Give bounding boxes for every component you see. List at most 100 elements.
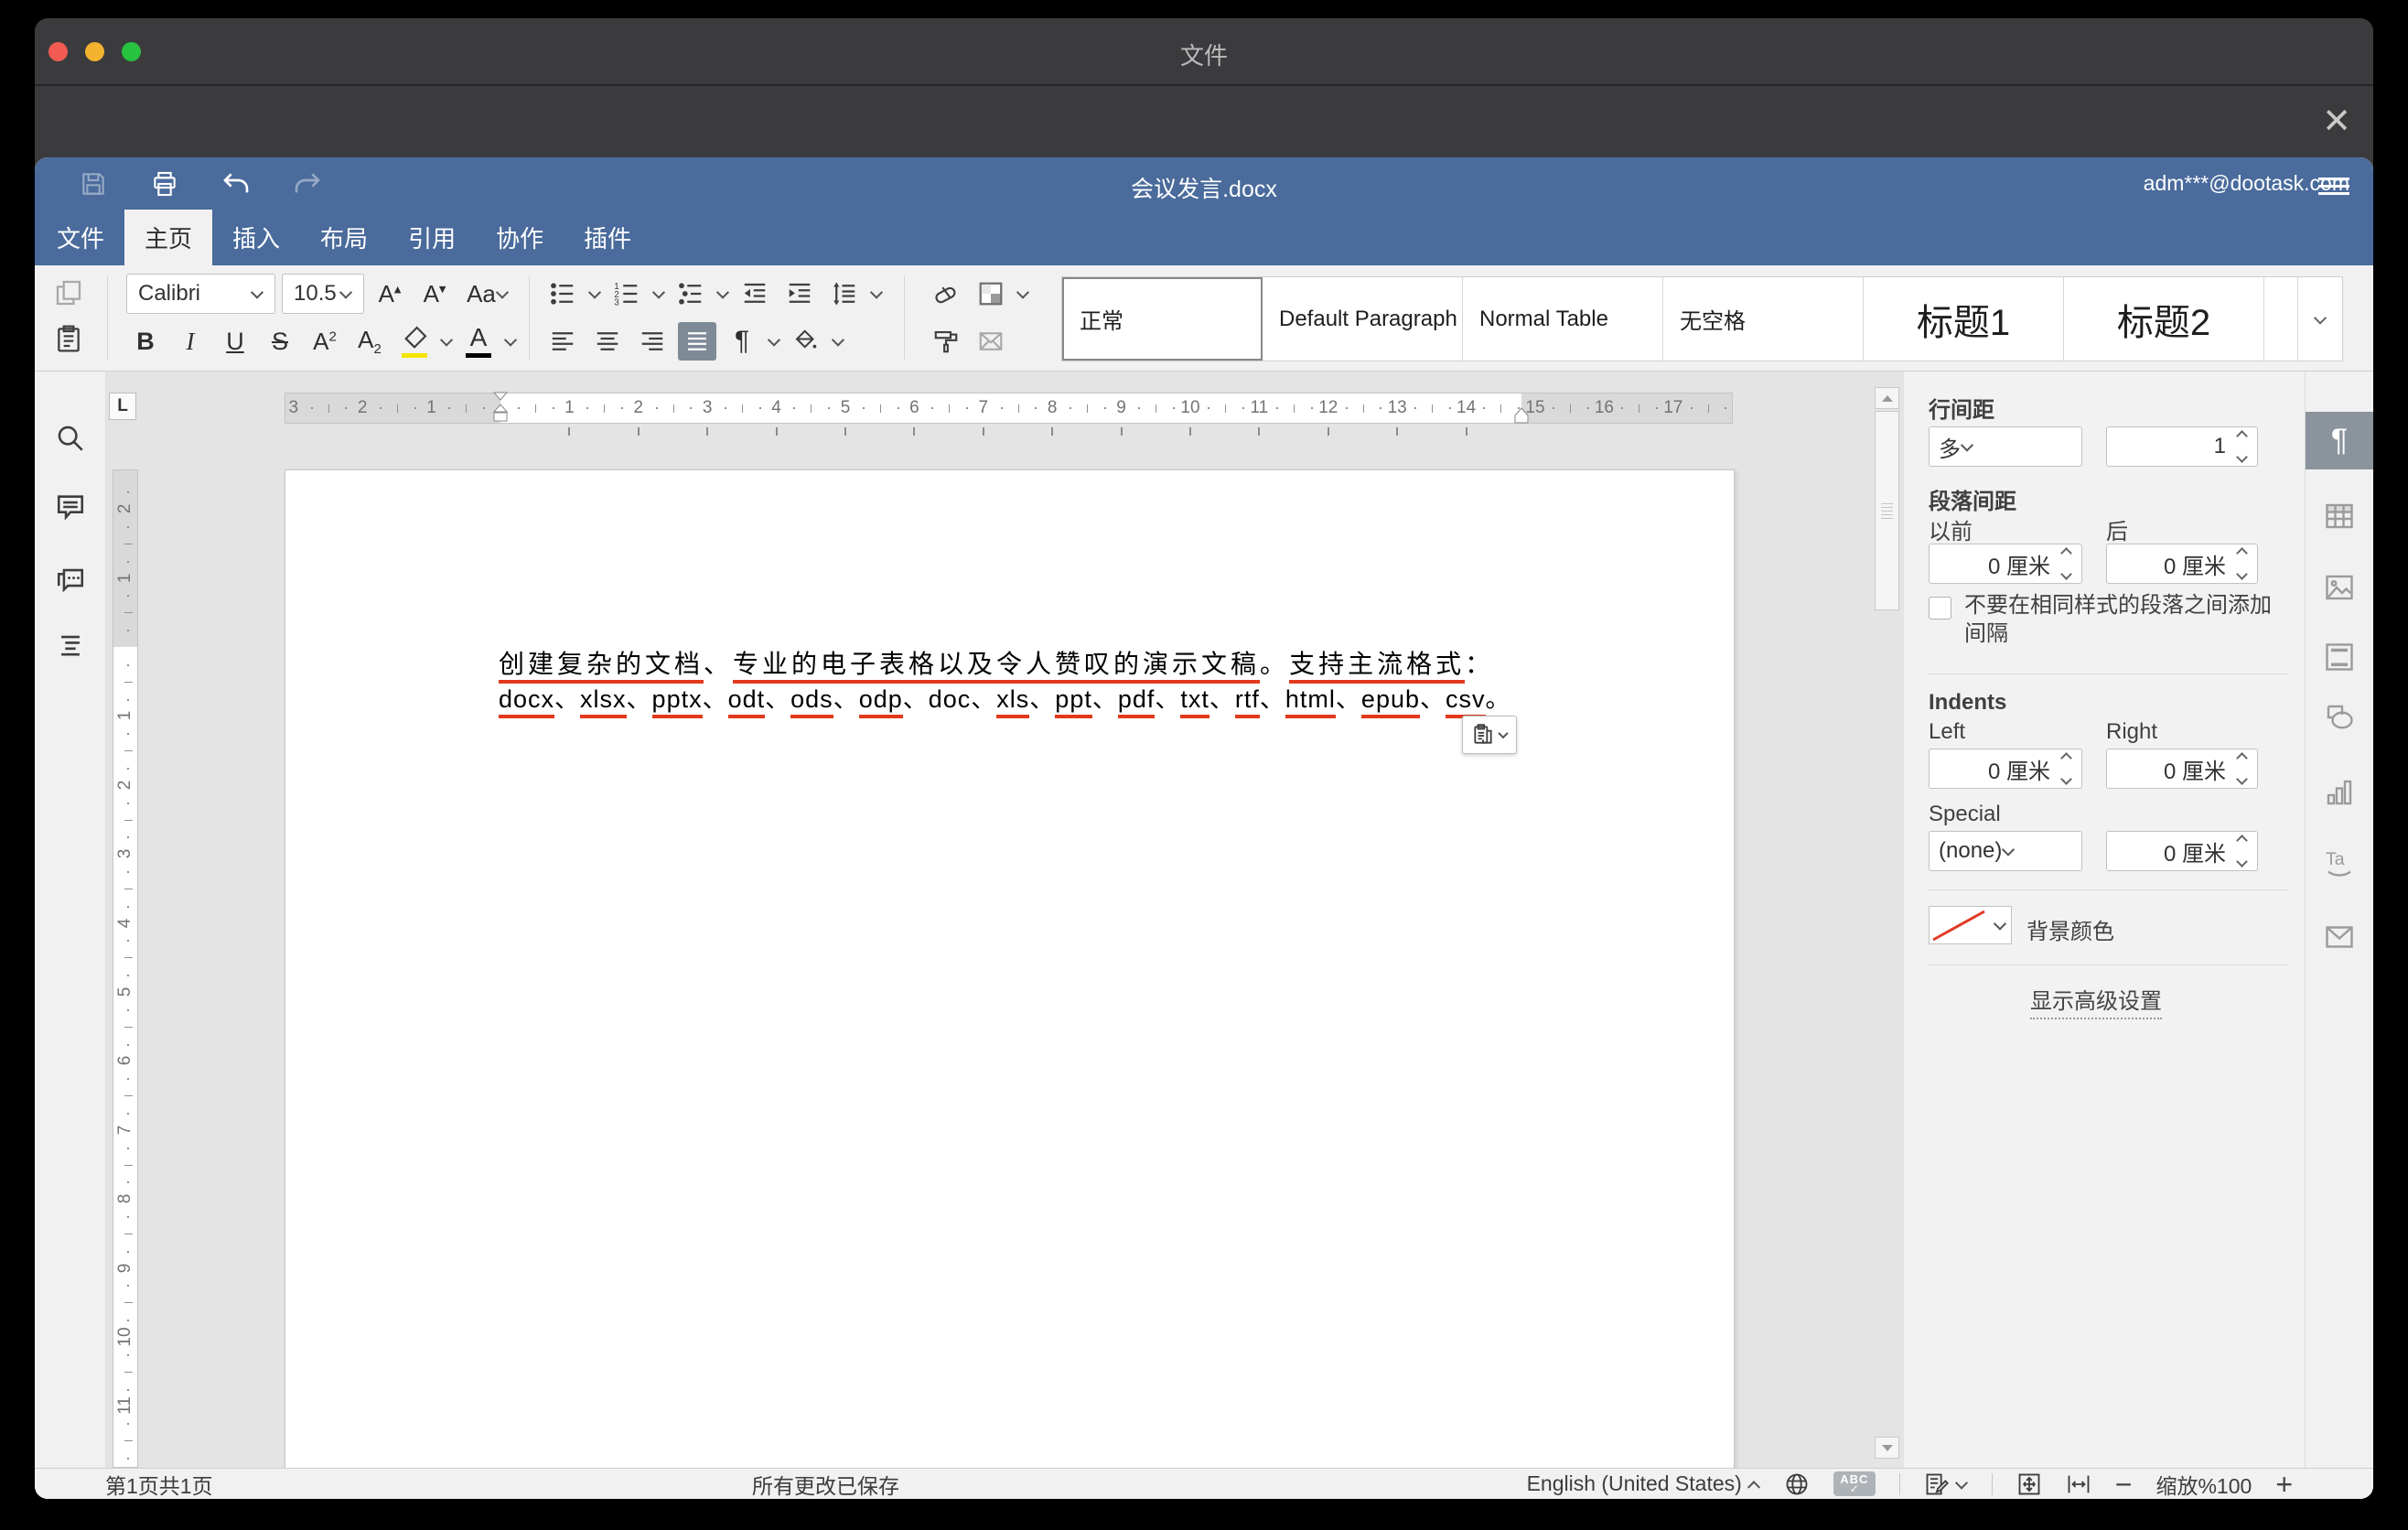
- document-canvas[interactable]: L 3211234567891011121314151617: [106, 372, 1904, 1468]
- indent-marker-icon[interactable]: [492, 392, 509, 426]
- close-icon[interactable]: ✕: [2322, 104, 2351, 139]
- subscript-button[interactable]: A2: [350, 322, 389, 361]
- scrollbar-thumb[interactable]: [1875, 411, 1899, 610]
- chevron-down-icon[interactable]: [832, 335, 844, 348]
- line-spacing-amount-stepper[interactable]: 1: [2106, 426, 2258, 467]
- comments-icon[interactable]: [55, 491, 86, 523]
- text-art-settings-icon[interactable]: Ta: [2306, 833, 2373, 890]
- search-icon[interactable]: [55, 423, 86, 454]
- spellcheck-button[interactable]: ABC✓: [1833, 1471, 1876, 1496]
- nonprinting-chars-icon[interactable]: ¶: [723, 322, 761, 361]
- advanced-settings-link[interactable]: 显示高级设置: [1904, 983, 2288, 1015]
- bold-button[interactable]: B: [126, 322, 165, 361]
- indent-left-stepper[interactable]: 0 厘米: [1929, 749, 2082, 789]
- copy-style-icon[interactable]: [927, 322, 965, 361]
- mail-merge-icon[interactable]: [972, 322, 1010, 361]
- menu-tab[interactable]: 插件: [564, 210, 651, 265]
- zoom-out-button[interactable]: −: [2115, 1470, 2133, 1499]
- fit-page-icon[interactable]: [2016, 1471, 2042, 1497]
- tab-stop-selector[interactable]: L: [109, 393, 136, 420]
- horizontal-ruler[interactable]: 3211234567891011121314151617: [285, 393, 1733, 424]
- paste-icon[interactable]: [49, 319, 88, 358]
- shape-settings-icon[interactable]: [2306, 688, 2373, 746]
- numbered-list-icon[interactable]: 123: [607, 275, 646, 313]
- align-left-icon[interactable]: [543, 322, 582, 361]
- change-case-icon[interactable]: Aa: [460, 275, 515, 313]
- document-page[interactable]: 创建复杂的文档、专业的电子表格以及令人赞叹的演示文稿。支持主流格式： docx、…: [285, 469, 1735, 1468]
- zoom-in-button[interactable]: +: [2275, 1470, 2293, 1499]
- background-color-swatch[interactable]: [1929, 906, 1989, 944]
- table-borders-icon[interactable]: [972, 275, 1010, 313]
- paragraph-settings-icon[interactable]: ¶: [2306, 412, 2373, 469]
- special-indent-stepper[interactable]: 0 厘米: [2106, 831, 2258, 871]
- menu-icon[interactable]: [2318, 178, 2349, 180]
- chevron-down-icon[interactable]: [870, 287, 883, 300]
- chevron-down-icon[interactable]: [440, 335, 453, 348]
- fullscreen-window-icon[interactable]: [122, 42, 141, 61]
- increase-font-icon[interactable]: A▴: [371, 275, 409, 313]
- line-spacing-icon[interactable]: [825, 275, 864, 313]
- underline-button[interactable]: U: [216, 322, 254, 361]
- font-color-icon[interactable]: A: [459, 322, 498, 361]
- background-color-dropdown-icon[interactable]: [1988, 906, 2012, 944]
- minimize-window-icon[interactable]: [85, 42, 104, 61]
- page-counter[interactable]: 第1页共1页: [105, 1469, 213, 1500]
- menu-tab[interactable]: 引用: [388, 210, 476, 265]
- language-select[interactable]: English (United States): [1527, 1471, 1760, 1496]
- save-icon[interactable]: [79, 169, 108, 199]
- special-indent-select[interactable]: (none): [1929, 831, 2082, 871]
- vertical-ruler[interactable]: 211234567891011: [113, 469, 138, 1468]
- indent-right-stepper[interactable]: 0 厘米: [2106, 749, 2258, 789]
- image-settings-icon[interactable]: [2306, 558, 2373, 616]
- mail-merge-settings-icon[interactable]: [2306, 908, 2373, 965]
- strikethrough-button[interactable]: S: [261, 322, 299, 361]
- chevron-down-icon[interactable]: [716, 287, 729, 300]
- highlight-color-icon[interactable]: [395, 322, 434, 361]
- line-spacing-select[interactable]: 多: [1929, 426, 2082, 467]
- justify-icon[interactable]: [678, 322, 716, 361]
- paragraph[interactable]: 创建复杂的文档、专业的电子表格以及令人赞叹的演示文稿。支持主流格式： docx、…: [499, 647, 1532, 717]
- navigation-headings-icon[interactable]: [55, 630, 86, 662]
- shading-bucket-icon[interactable]: [787, 322, 825, 361]
- fit-width-icon[interactable]: [2066, 1471, 2091, 1497]
- style-gallery-expand-icon[interactable]: [2298, 277, 2342, 361]
- menu-tab[interactable]: 协作: [476, 210, 564, 265]
- menu-tab[interactable]: 文件: [37, 210, 124, 265]
- set-language-globe-icon[interactable]: [1784, 1471, 1810, 1497]
- multilevel-list-icon[interactable]: [672, 275, 710, 313]
- menu-tab[interactable]: 插入: [212, 210, 300, 265]
- italic-button[interactable]: I: [171, 322, 210, 361]
- chevron-down-icon[interactable]: [504, 335, 517, 348]
- vertical-scrollbar[interactable]: [1875, 387, 1899, 1459]
- style-gallery-item[interactable]: Default Paragraph: [1263, 277, 1463, 361]
- decrease-font-icon[interactable]: A▾: [415, 275, 454, 313]
- chevron-down-icon[interactable]: [768, 335, 780, 348]
- align-right-icon[interactable]: [633, 322, 672, 361]
- chat-icon[interactable]: [55, 564, 86, 595]
- menu-tab[interactable]: 布局: [300, 210, 388, 265]
- close-window-icon[interactable]: [48, 42, 68, 61]
- chevron-down-icon[interactable]: [588, 287, 601, 300]
- copy-icon[interactable]: [49, 274, 88, 312]
- chart-settings-icon[interactable]: [2306, 763, 2373, 821]
- font-size-select[interactable]: 10.5: [282, 274, 364, 314]
- clear-style-icon[interactable]: [927, 275, 965, 313]
- print-icon[interactable]: [150, 169, 179, 199]
- account-email[interactable]: adm***@dootask.com: [2144, 171, 2349, 196]
- track-changes-button[interactable]: [1924, 1471, 1968, 1497]
- align-center-icon[interactable]: [588, 322, 627, 361]
- paste-options-button[interactable]: [1462, 716, 1517, 754]
- font-name-select[interactable]: Calibri: [126, 274, 275, 314]
- style-gallery-item[interactable]: 正常: [1062, 277, 1263, 361]
- redo-icon[interactable]: [293, 169, 322, 199]
- style-gallery-item[interactable]: 无空格: [1663, 277, 1864, 361]
- scroll-up-icon[interactable]: [1875, 387, 1899, 409]
- table-settings-icon[interactable]: [2306, 487, 2373, 544]
- chevron-down-icon[interactable]: [652, 287, 665, 300]
- chevron-down-icon[interactable]: [1016, 287, 1029, 300]
- decrease-indent-icon[interactable]: [736, 275, 774, 313]
- spacing-before-stepper[interactable]: 0 厘米: [1929, 544, 2082, 584]
- scroll-down-icon[interactable]: [1875, 1437, 1899, 1459]
- undo-icon[interactable]: [221, 169, 251, 199]
- bullet-list-icon[interactable]: [543, 275, 582, 313]
